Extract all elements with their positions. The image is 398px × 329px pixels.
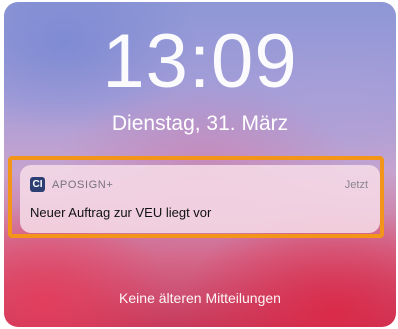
no-older-notifications-label: Keine älteren Mitteilungen [119, 290, 281, 306]
clock-time: 13:09 [102, 19, 298, 104]
notification-highlight-frame [8, 156, 384, 238]
clock-date: Dienstag, 31. März [111, 112, 289, 135]
